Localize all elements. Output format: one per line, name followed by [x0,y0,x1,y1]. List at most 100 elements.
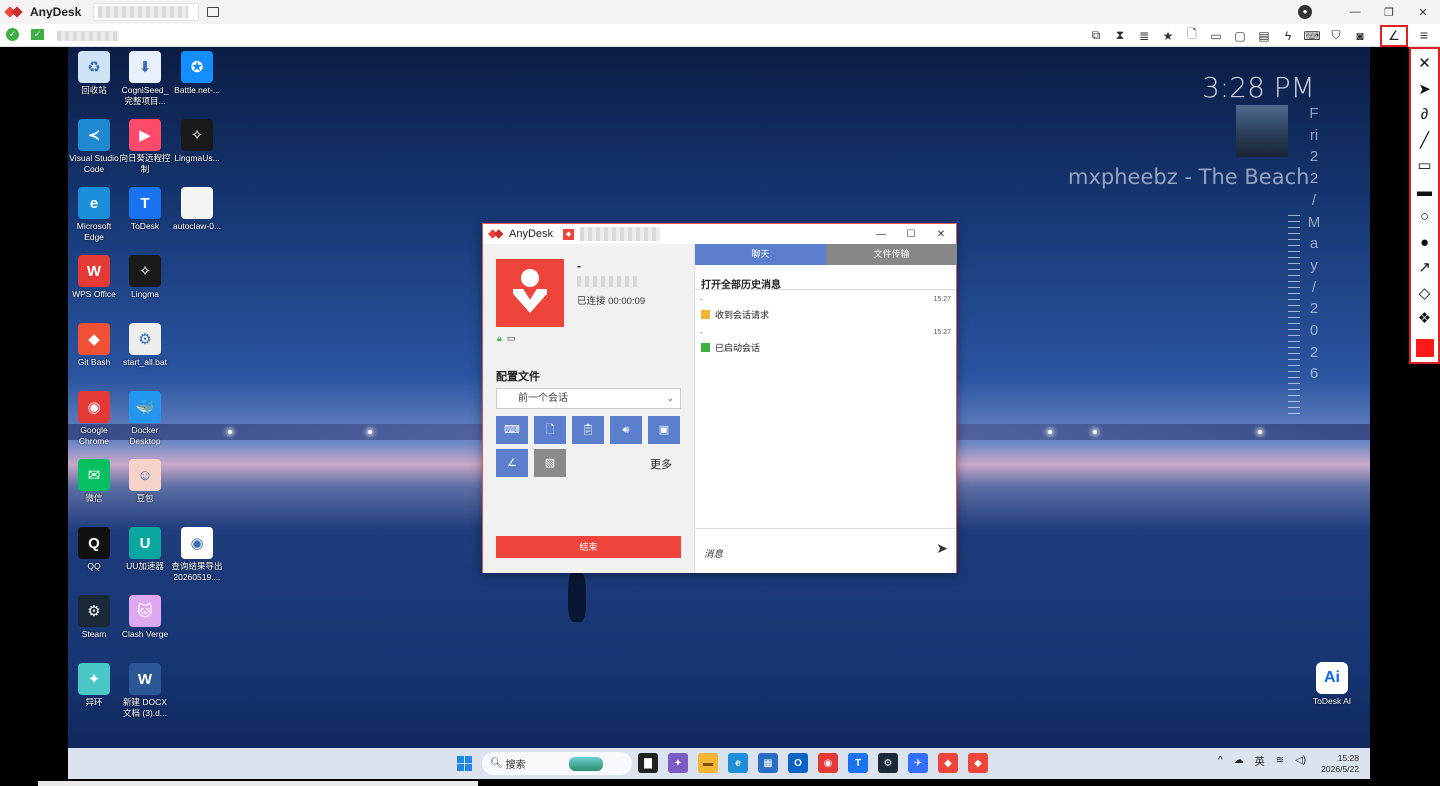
hourglass-icon[interactable]: ⧗ [1108,28,1132,43]
pointer-icon[interactable]: ➤ [1411,78,1438,102]
desktop-icon[interactable]: ⚙ start_all.bat [119,319,171,368]
draw-tool-button[interactable]: ∠ [1380,25,1408,47]
color-swatch[interactable] [1416,339,1434,357]
anydesk-icon[interactable]: ◆ [938,753,958,773]
minimize-button[interactable]: — [866,229,896,240]
feishu-icon[interactable]: ✈ [908,753,928,773]
desktop-icon-label: 新建 DOCX 文档 (3).d... [123,697,167,718]
tab-chat[interactable]: 聊天 [695,244,826,265]
desktop-icon[interactable]: autoclaw-0... [171,183,223,232]
session-tab[interactable] [93,3,200,21]
outlook-icon[interactable]: O [788,753,808,773]
anydesk-icon[interactable]: ◆ [968,753,988,773]
tab-file-transfer[interactable]: 文件传输 [826,244,957,265]
desktop-icon[interactable]: ⚙ Steam [68,591,120,640]
profile-dropdown[interactable]: 前一个会话 ⌄ [496,388,681,409]
lightning-icon[interactable]: ϟ [1276,29,1300,43]
arrow-icon[interactable]: ↗ [1411,256,1438,280]
desktop-icon[interactable]: W 新建 DOCX 文档 (3).d... [119,659,171,718]
display-settings-icon[interactable]: ⧉ [1084,28,1108,43]
anydesk-tab-icon[interactable]: ◆ [563,228,575,240]
remote-avatar [496,259,564,327]
folder-icon[interactable]: ▬ [698,753,718,773]
eraser-icon[interactable]: ◇ [1411,282,1438,306]
menu-icon[interactable]: ≡ [1414,27,1434,43]
screen-icon[interactable] [207,7,220,17]
desktop-icon[interactable]: 🐳 Docker Desktop [119,387,171,446]
session-status-icon[interactable]: ● [1298,5,1312,19]
volume-icon[interactable]: ◁) [1295,755,1306,766]
steam-icon[interactable]: ⚙ [878,753,898,773]
desktop-icon[interactable]: ⬇ CogniSeed_完整项目... [119,47,171,106]
desktop-icon[interactable]: 🐱 Clash Verge [119,591,171,640]
keyboard-icon[interactable]: ⌨ [1300,29,1324,43]
store-icon[interactable]: ▦ [758,753,778,773]
filled-rectangle-icon[interactable]: ▬ [1411,180,1438,204]
record-icon[interactable]: ◙ [1348,29,1372,43]
filled-circle-icon[interactable]: ● [1411,231,1438,255]
freehand-icon[interactable]: ∂ [1411,103,1438,127]
desktop-icon[interactable]: Q QQ [68,523,120,572]
close-button[interactable]: ✕ [1406,6,1440,19]
desktop-icon[interactable]: ◆ Git Bash [68,319,120,368]
clear-all-icon[interactable]: ❖ [1411,307,1438,331]
line-icon[interactable]: ╱ [1411,129,1438,153]
desktop-icon[interactable]: T ToDesk [119,183,171,232]
message-input[interactable]: 消息 [704,546,723,560]
audio-button[interactable]: 🔊︎ [610,416,642,444]
chat-icon[interactable]: ▤ [1252,29,1276,43]
desktop-icon[interactable]: ✦ 异环 [68,659,120,708]
desktop-icon-todesk-ai[interactable]: Ai ToDesk AI [1308,662,1356,706]
end-session-button[interactable]: 结束 [496,536,681,558]
send-icon[interactable]: ➤ [936,540,948,557]
wifi-icon[interactable]: ≋ [1276,755,1284,766]
screen-lock-button[interactable]: ▧ [534,449,566,477]
desktop-icon[interactable]: W WPS Office [68,251,120,300]
desktop-icon[interactable]: ✧ LingmaUs... [171,115,223,164]
minimize-button[interactable]: — [1338,6,1372,18]
taskbar-search[interactable]: 🔍︎ 搜索 [482,752,632,775]
maximize-button[interactable]: ☐ [896,229,926,240]
keyboard-mouse-button[interactable]: ⌨ [496,416,528,444]
remote-desktop[interactable]: ♻ 回收站 ⬇ CogniSeed_完整项目... ✪ Battle.net-... ≺ Vi… [68,47,1370,779]
desktop-icon[interactable]: ♻ 回收站 [68,47,120,96]
file-explorer-icon[interactable]: ▇ [638,753,658,773]
start-button[interactable] [457,756,472,771]
database-icon[interactable]: ≣ [1132,29,1156,43]
ime-indicator[interactable]: 英 [1255,753,1265,768]
taskbar-clock[interactable]: 15:28 2026/5/22 [1319,753,1359,775]
circle-icon[interactable]: ○ [1411,205,1438,229]
widget-date-char: 0 [1309,322,1319,340]
shield-icon[interactable]: ⛉ [1324,28,1348,43]
restore-button[interactable]: ❐ [1372,6,1406,19]
close-button[interactable]: ✕ [926,229,956,240]
scrollbar[interactable] [38,781,478,786]
desktop-icon[interactable]: ◉ 查询结果导出20260519.... [171,523,223,582]
cloud-icon[interactable]: ☁ [1234,755,1244,766]
desktop-icon[interactable]: ✪ Battle.net-... [171,47,223,96]
todesk-icon[interactable]: T [848,753,868,773]
close-palette-icon[interactable]: ✕ [1411,52,1438,76]
copilot-icon[interactable]: ✦ [668,753,688,773]
desktop-icon[interactable]: e Microsoft Edge [68,183,120,242]
desktop-icon[interactable]: ☺ 豆包 [119,455,171,504]
star-icon[interactable]: ★ [1156,29,1180,43]
rectangle-icon[interactable]: ▭ [1411,154,1438,178]
desktop-icon[interactable]: ≺ Visual Studio Code [68,115,120,174]
desktop-icon[interactable]: U UU加速器 [119,523,171,572]
draw-button[interactable]: ∠ [496,449,528,477]
file-icon[interactable]: 🗋 [1180,25,1204,46]
display-icon[interactable]: ▢ [1228,29,1252,43]
desktop-icon[interactable]: ◉ Google Chrome [68,387,120,446]
more-button[interactable]: 更多 [650,456,672,472]
desktop-icon[interactable]: ▶ 向日葵远程控制 [119,115,171,174]
edge-icon[interactable]: e [728,753,748,773]
desktop-icon[interactable]: ✧ Lingma [119,251,171,300]
clipboard-button[interactable]: 📋︎ [572,416,604,444]
screen-button[interactable]: ▣ [648,416,680,444]
file-transfer-button[interactable]: 🗋 [534,416,566,444]
desktop-icon[interactable]: ✉ 微信 [68,455,120,504]
chrome-icon[interactable]: ◉ [818,753,838,773]
monitor-icon[interactable]: ▭ [1204,29,1228,43]
chevron-up-icon[interactable]: ^ [1218,755,1223,766]
